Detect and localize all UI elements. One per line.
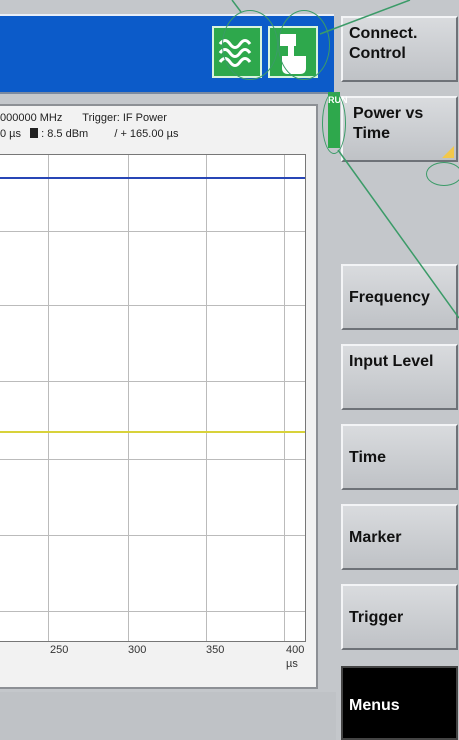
power-vs-time-button[interactable]: Power vs Time (341, 96, 458, 162)
grid-hline (0, 305, 305, 306)
marker-button[interactable]: Marker (341, 504, 458, 570)
marker-icon (30, 128, 39, 138)
x-tick-label: 300 (128, 644, 147, 656)
power-vs-time-label: Power vs Time (353, 105, 424, 142)
callout-circle-corner (426, 162, 459, 186)
submenu-corner-indicator (442, 146, 454, 158)
reference-level-line (0, 431, 305, 433)
marker-offset-readout: / + 165.00 µs (114, 128, 179, 140)
frequency-readout: 000000 MHz (0, 112, 63, 124)
trigger-readout: Trigger: IF Power (82, 112, 167, 124)
callout-circle-remote (278, 10, 330, 80)
callout-circle-run (322, 92, 346, 154)
grid-hline (0, 535, 305, 536)
plot-info-row-2: 0 µs : 8.5 dBm / + 165.00 µs (0, 128, 178, 140)
grid-vline (206, 155, 207, 641)
grid-hline (0, 381, 305, 382)
upper-limit-line (0, 177, 305, 179)
grid-vline (284, 155, 285, 641)
x-tick-label: 400 (286, 644, 305, 656)
plot-grid (0, 154, 306, 642)
plot-info-row-1: 000000 MHz Trigger: IF Power (0, 112, 167, 124)
grid-hline (0, 231, 305, 232)
connect-control-button[interactable]: Connect. Control (341, 16, 458, 82)
trigger-button[interactable]: Trigger (341, 584, 458, 650)
x-tick-label: 250 (50, 644, 69, 656)
marker-level-readout: : 8.5 dBm (41, 128, 89, 140)
menus-button[interactable]: Menus (341, 666, 458, 740)
measurement-plot: 000000 MHz Trigger: IF Power 0 µs : 8.5 … (0, 104, 318, 689)
input-level-button[interactable]: Input Level (341, 344, 458, 410)
callout-line-signal (231, 0, 242, 13)
grid-hline (0, 611, 305, 612)
time-button[interactable]: Time (341, 424, 458, 490)
bottom-status-strip (0, 692, 336, 740)
grid-vline (48, 155, 49, 641)
x-tick-label: 350 (206, 644, 225, 656)
time-readout: 0 µs (0, 128, 22, 140)
grid-hline (0, 459, 305, 460)
grid-vline (128, 155, 129, 641)
callout-circle-signal (222, 10, 278, 80)
frequency-button[interactable]: Frequency (341, 264, 458, 330)
x-unit-label: µs (286, 658, 298, 670)
